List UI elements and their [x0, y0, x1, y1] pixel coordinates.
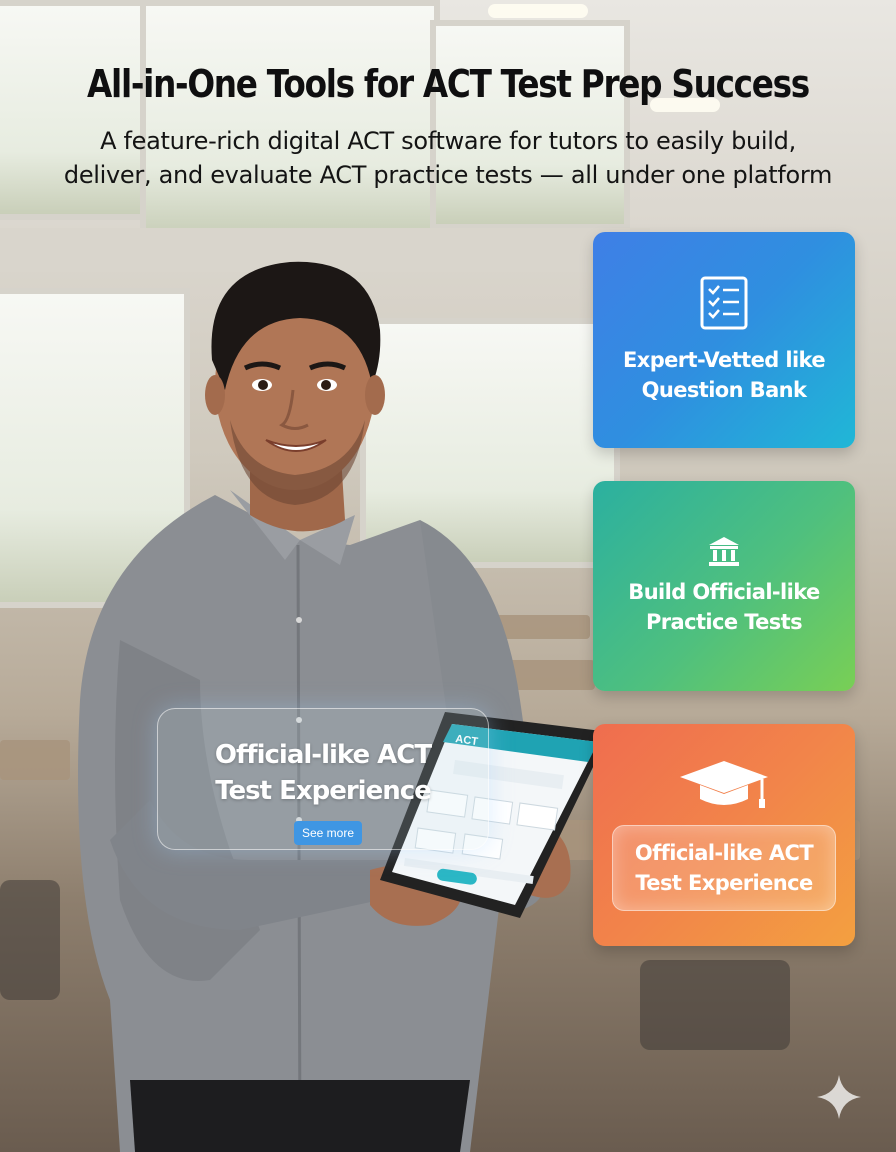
checklist-icon — [700, 276, 748, 330]
feature-card-question-bank[interactable]: Expert-Vetted like Question Bank — [593, 232, 855, 448]
overlay-heading: Official-like ACT Test Experience — [158, 737, 488, 809]
feature-card-practice-tests[interactable]: Build Official-like Practice Tests — [593, 481, 855, 691]
feature-overlay: Official-like ACT Test Experience See mo… — [157, 708, 489, 850]
card-label: Official-like ACT Test Experience — [634, 838, 814, 898]
sparkle-icon — [817, 1075, 861, 1119]
building-icon — [709, 537, 739, 566]
card-line: Expert-Vetted like — [623, 348, 826, 372]
see-more-button[interactable]: See more — [294, 821, 362, 845]
graduation-cap-icon — [680, 761, 768, 808]
card-line: Official-like ACT — [634, 841, 814, 865]
overlay-line: Official-like ACT — [214, 740, 432, 770]
overlay-line: Test Experience — [215, 776, 432, 806]
card-line: Practice Tests — [645, 610, 803, 634]
card-line: Question Bank — [641, 378, 807, 402]
feature-card-test-experience[interactable]: Official-like ACT Test Experience — [593, 724, 855, 946]
card-label: Build Official-like Practice Tests — [628, 577, 820, 637]
card-label: Expert-Vetted like Question Bank — [623, 345, 826, 405]
card-line: Test Experience — [635, 871, 813, 895]
card-line: Build Official-like — [628, 580, 820, 604]
card-label-panel: Official-like ACT Test Experience — [612, 825, 836, 911]
